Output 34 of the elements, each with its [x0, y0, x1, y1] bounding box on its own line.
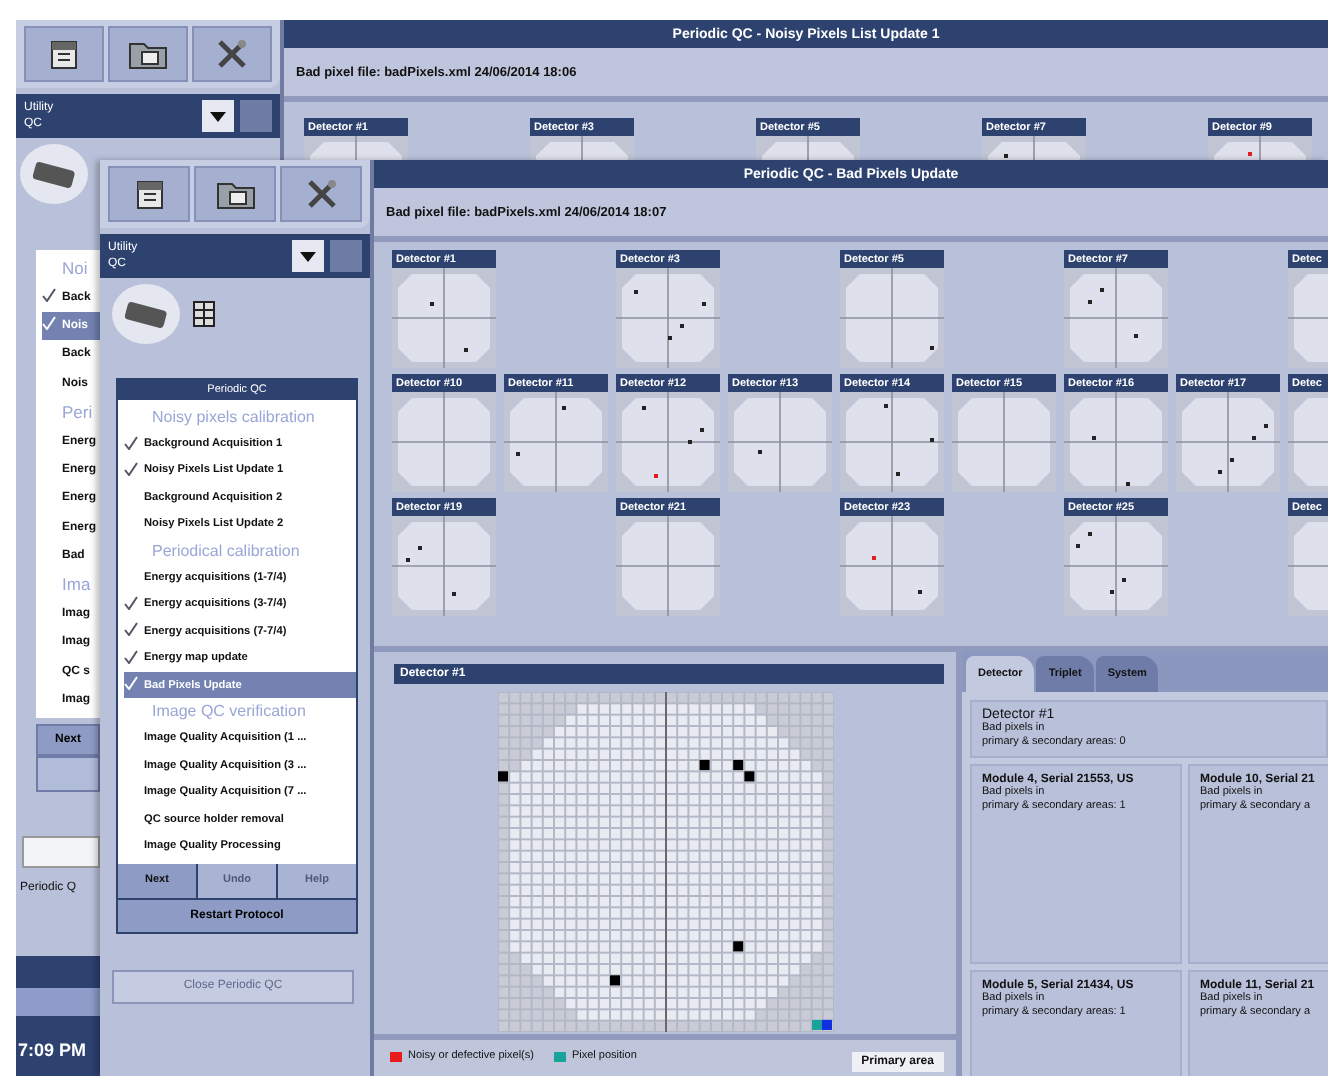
detector-thumbnail	[616, 392, 720, 492]
tools-icon[interactable]	[192, 26, 272, 82]
section-heading: Peri	[62, 402, 93, 423]
detector-thumbnail	[392, 268, 496, 368]
detector-thumbnail	[840, 516, 944, 616]
tools-icon[interactable]	[280, 166, 362, 222]
detector-thumbnail	[616, 516, 720, 616]
detector-thumbnail	[392, 392, 496, 492]
scanner-icon[interactable]	[112, 284, 180, 344]
detector-thumbnail	[504, 392, 608, 492]
folder-icon[interactable]	[108, 26, 188, 82]
section-heading: Image QC verification	[152, 702, 306, 721]
detector-thumbnail	[952, 392, 1056, 492]
detector-thumbnail	[1176, 392, 1280, 492]
protocol-button[interactable]	[36, 756, 100, 793]
grid-icon[interactable]	[192, 300, 216, 328]
section-heading: Noisy pixels calibration	[152, 408, 315, 427]
detector-thumbnail	[616, 268, 720, 368]
calendar-icon[interactable]	[24, 26, 104, 82]
text-field[interactable]	[22, 836, 100, 869]
clock: 7:09 PM	[16, 1040, 89, 1060]
calendar-icon[interactable]	[108, 166, 190, 222]
detector-thumbnail	[840, 392, 944, 492]
detector-thumbnail	[840, 268, 944, 368]
detector-thumbnail	[392, 516, 496, 616]
detector-thumbnail	[1064, 392, 1168, 492]
section-heading: Ima	[62, 574, 91, 595]
section-heading: Noi	[62, 258, 88, 279]
scanner-icon[interactable]	[20, 144, 88, 204]
detector-thumbnail	[1064, 516, 1168, 616]
folder-icon[interactable]	[194, 166, 276, 222]
detector-thumbnail	[728, 392, 832, 492]
section-heading: Periodical calibration	[152, 542, 300, 561]
detector-thumbnail	[1064, 268, 1168, 368]
